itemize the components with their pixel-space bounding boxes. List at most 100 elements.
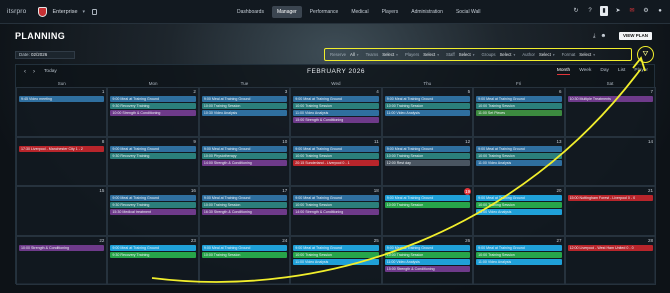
club-selector[interactable]: Enterprise <box>52 9 77 15</box>
calendar-event[interactable]: 20:15 Sunderland - Liverpool 0 - 1 <box>293 159 379 166</box>
calendar-day-cell[interactable]: 3 9:00 Meal at Training Ground 10:00 Train… <box>198 87 291 137</box>
calendar-event[interactable]: 11:00 Video Analysis <box>293 110 379 116</box>
settings-icon[interactable]: ⚙ <box>642 6 650 16</box>
calendar-event[interactable]: 9:00 Meal at Training Ground <box>476 96 562 102</box>
calendar-event[interactable]: 10:00 Training Session <box>293 251 379 258</box>
date-field[interactable]: Date: 02/2026 <box>15 51 75 59</box>
calendar-event[interactable]: 15:00 Nottingham Forest - Liverpool 0 - … <box>567 195 653 201</box>
notification-icon[interactable]: ✉ <box>628 6 636 16</box>
calendar-event[interactable]: 12:00 Liverpool - West Ham United 0 - 0 <box>567 244 653 251</box>
calendar-day-cell[interactable]: 17 9:00 Meal at Training Ground 10:00 Trai… <box>198 186 291 236</box>
calendar-event[interactable]: 10:00 Training Session <box>201 251 288 258</box>
calendar-day-cell[interactable]: 11 9:00 Meal at Training Ground 10:00 Trai… <box>290 136 382 186</box>
users-icon[interactable]: ☻ <box>600 33 606 40</box>
nav-dashboards[interactable]: Dashboards <box>232 6 269 18</box>
calendar-event[interactable]: 10:00 Training Session <box>384 152 471 159</box>
view-day[interactable]: Day <box>600 68 609 75</box>
calendar-event[interactable]: 9:00 Meal at Training Ground <box>201 244 288 251</box>
view-plan-button[interactable]: VIEW PLAN <box>619 32 652 40</box>
calendar-day-cell[interactable]: 19 9:00 Meal at Training Ground 10:00 Trai… <box>381 186 474 236</box>
calendar-day-cell[interactable]: 1 9:45 Video meeting <box>16 87 108 137</box>
calendar-event[interactable]: 10:00 Training Session <box>476 251 562 258</box>
calendar-event[interactable]: 9:30 Recovery Training <box>110 251 196 258</box>
tablet-icon[interactable]: ▮ <box>600 6 608 16</box>
filter-icon[interactable]: ⛛ <box>637 46 654 63</box>
calendar-event[interactable]: 15:30 Medical treatment <box>110 209 196 215</box>
view-player[interactable]: Player <box>634 68 648 75</box>
send-icon[interactable]: ➤ <box>614 6 622 16</box>
calendar-day-cell[interactable]: 16 9:00 Meal at Training Ground 9:30 Recov… <box>107 186 199 236</box>
nav-medical[interactable]: Medical <box>346 6 373 18</box>
filter-players[interactable]: Players Select ▾ <box>405 52 439 57</box>
calendar-event[interactable]: 10:00 Training Session <box>293 152 379 159</box>
calendar-event[interactable]: 10:00 Training Session <box>293 103 379 109</box>
calendar-event[interactable]: 9:00 Meal at Training Ground <box>201 195 288 201</box>
calendar-day-cell[interactable]: 20 9:00 Meal at Training Ground 10:00 Trai… <box>473 186 565 236</box>
calendar-event[interactable]: 9:30 Recovery Training <box>110 152 196 159</box>
calendar-event[interactable]: 9:45 Video meeting <box>19 96 105 102</box>
filter-reserve[interactable]: Reserve All ▾ <box>330 52 359 57</box>
calendar-event[interactable]: 9:30 Recovery Training <box>110 103 196 109</box>
calendar-day-cell[interactable]: 8 17:30 Liverpool - Manchester City 1 - 2 <box>16 136 108 186</box>
filter-author[interactable]: Author Select ▾ <box>522 52 554 57</box>
filter-staff[interactable]: Staff Select ▾ <box>446 52 474 57</box>
calendar-event[interactable]: 11:00 Video Analysis <box>476 258 562 265</box>
calendar-event[interactable]: 10:30 Video Analysis <box>201 110 288 116</box>
nav-performance[interactable]: Performance <box>305 6 344 18</box>
calendar-event[interactable]: 9:00 Meal at Training Ground <box>293 96 379 102</box>
calendar-day-cell[interactable]: 24 9:00 Meal at Training Ground 10:00 Trai… <box>198 235 291 285</box>
calendar-event[interactable]: 11:00 Set Pieces <box>476 110 562 116</box>
calendar-event[interactable]: 9:00 Meal at Training Ground <box>110 145 196 152</box>
calendar-event[interactable]: 9:00 Meal at Training Ground <box>293 244 379 251</box>
nav-administration[interactable]: Administration <box>406 6 448 18</box>
calendar-day-cell[interactable]: 28 12:00 Liverpool - West Ham United 0 - … <box>564 235 656 285</box>
calendar-day-cell[interactable]: 22 10:00 Strength & Conditioning <box>16 235 108 285</box>
calendar-event[interactable]: 10:00 Training Session <box>476 152 562 159</box>
calendar-day-cell[interactable]: 15 <box>16 186 108 236</box>
calendar-event[interactable]: 10:00 Training Session <box>476 202 562 208</box>
calendar-event[interactable]: 15:00 Video Analysis <box>476 209 562 215</box>
calendar-event[interactable]: 9:00 Meal at Training Ground <box>384 195 471 201</box>
calendar-event[interactable]: 10:00 Training Session <box>384 251 471 258</box>
chevron-down-icon[interactable]: ▾ <box>83 9 86 15</box>
calendar-event[interactable]: 11:00 Video Analysis <box>384 258 471 265</box>
view-week[interactable]: Week <box>579 68 591 75</box>
calendar-event[interactable]: 9:00 Meal at Training Ground <box>476 244 562 251</box>
calendar-day-cell[interactable]: 5 9:00 Meal at Training Ground 10:00 Train… <box>381 87 474 137</box>
user-avatar-icon[interactable]: ● <box>656 6 664 16</box>
calendar-day-cell[interactable]: 14 <box>564 136 656 186</box>
help-icon[interactable]: ? <box>586 6 594 16</box>
calendar-event[interactable]: 10:00 Strength & Conditioning <box>19 244 105 251</box>
calendar-event[interactable]: 9:00 Meal at Training Ground <box>201 96 288 102</box>
calendar-day-cell[interactable]: 9 9:00 Meal at Training Ground 9:30 Recove… <box>107 136 199 186</box>
calendar-event[interactable]: 9:00 Meal at Training Ground <box>293 195 379 201</box>
calendar-day-cell[interactable]: 10 9:00 Meal at Training Ground 10:00 Phys… <box>198 136 291 186</box>
calendar-event[interactable]: 11:00 Video Analysis <box>476 159 562 166</box>
calendar-day-cell[interactable]: 2 9:00 Meal at Training Ground 9:30 Recove… <box>107 87 199 137</box>
calendar-event[interactable]: 10:30 Multiple Treatments <box>567 96 653 102</box>
calendar-event[interactable]: 9:00 Meal at Training Ground <box>110 96 196 102</box>
calendar-event[interactable]: 12:00 Rest day <box>384 159 471 166</box>
refresh-icon[interactable]: ↻ <box>572 6 580 16</box>
calendar-event[interactable]: 17:30 Liverpool - Manchester City 1 - 2 <box>19 145 105 152</box>
calendar-day-cell[interactable]: 18 9:00 Meal at Training Ground 10:00 Trai… <box>290 186 382 236</box>
calendar-event[interactable]: 9:00 Meal at Training Ground <box>476 145 562 152</box>
calendar-day-cell[interactable]: 12 9:00 Meal at Training Ground 10:00 Trai… <box>381 136 474 186</box>
calendar-event[interactable]: 9:00 Meal at Training Ground <box>384 96 471 102</box>
save-icon[interactable] <box>92 8 98 15</box>
calendar-event[interactable]: 10:00 Strength & Conditioning <box>110 110 196 116</box>
calendar-event[interactable]: 14:00 Strength & Conditioning <box>293 209 379 215</box>
filter-teams[interactable]: Teams Select ▾ <box>366 52 398 57</box>
filter-format[interactable]: Format Select ▾ <box>562 52 595 57</box>
download-icon[interactable]: ⤓ <box>593 33 595 40</box>
calendar-event[interactable]: 15:00 Strength & Conditioning <box>293 117 379 123</box>
nav-players[interactable]: Players <box>377 6 404 18</box>
filter-groups[interactable]: Groups Select ▾ <box>481 52 515 57</box>
calendar-event[interactable]: 10:00 Training Session <box>476 103 562 109</box>
calendar-event[interactable]: 9:00 Meal at Training Ground <box>201 145 288 152</box>
calendar-event[interactable]: 10:00 Training Session <box>201 103 288 109</box>
calendar-event[interactable]: 10:00 Training Session <box>201 202 288 208</box>
calendar-event[interactable]: 14:00 Strength & Conditioning <box>201 159 288 166</box>
calendar-event[interactable]: 9:30 Recovery Training <box>110 202 196 208</box>
nav-social-wall[interactable]: Social Wall <box>451 6 486 18</box>
